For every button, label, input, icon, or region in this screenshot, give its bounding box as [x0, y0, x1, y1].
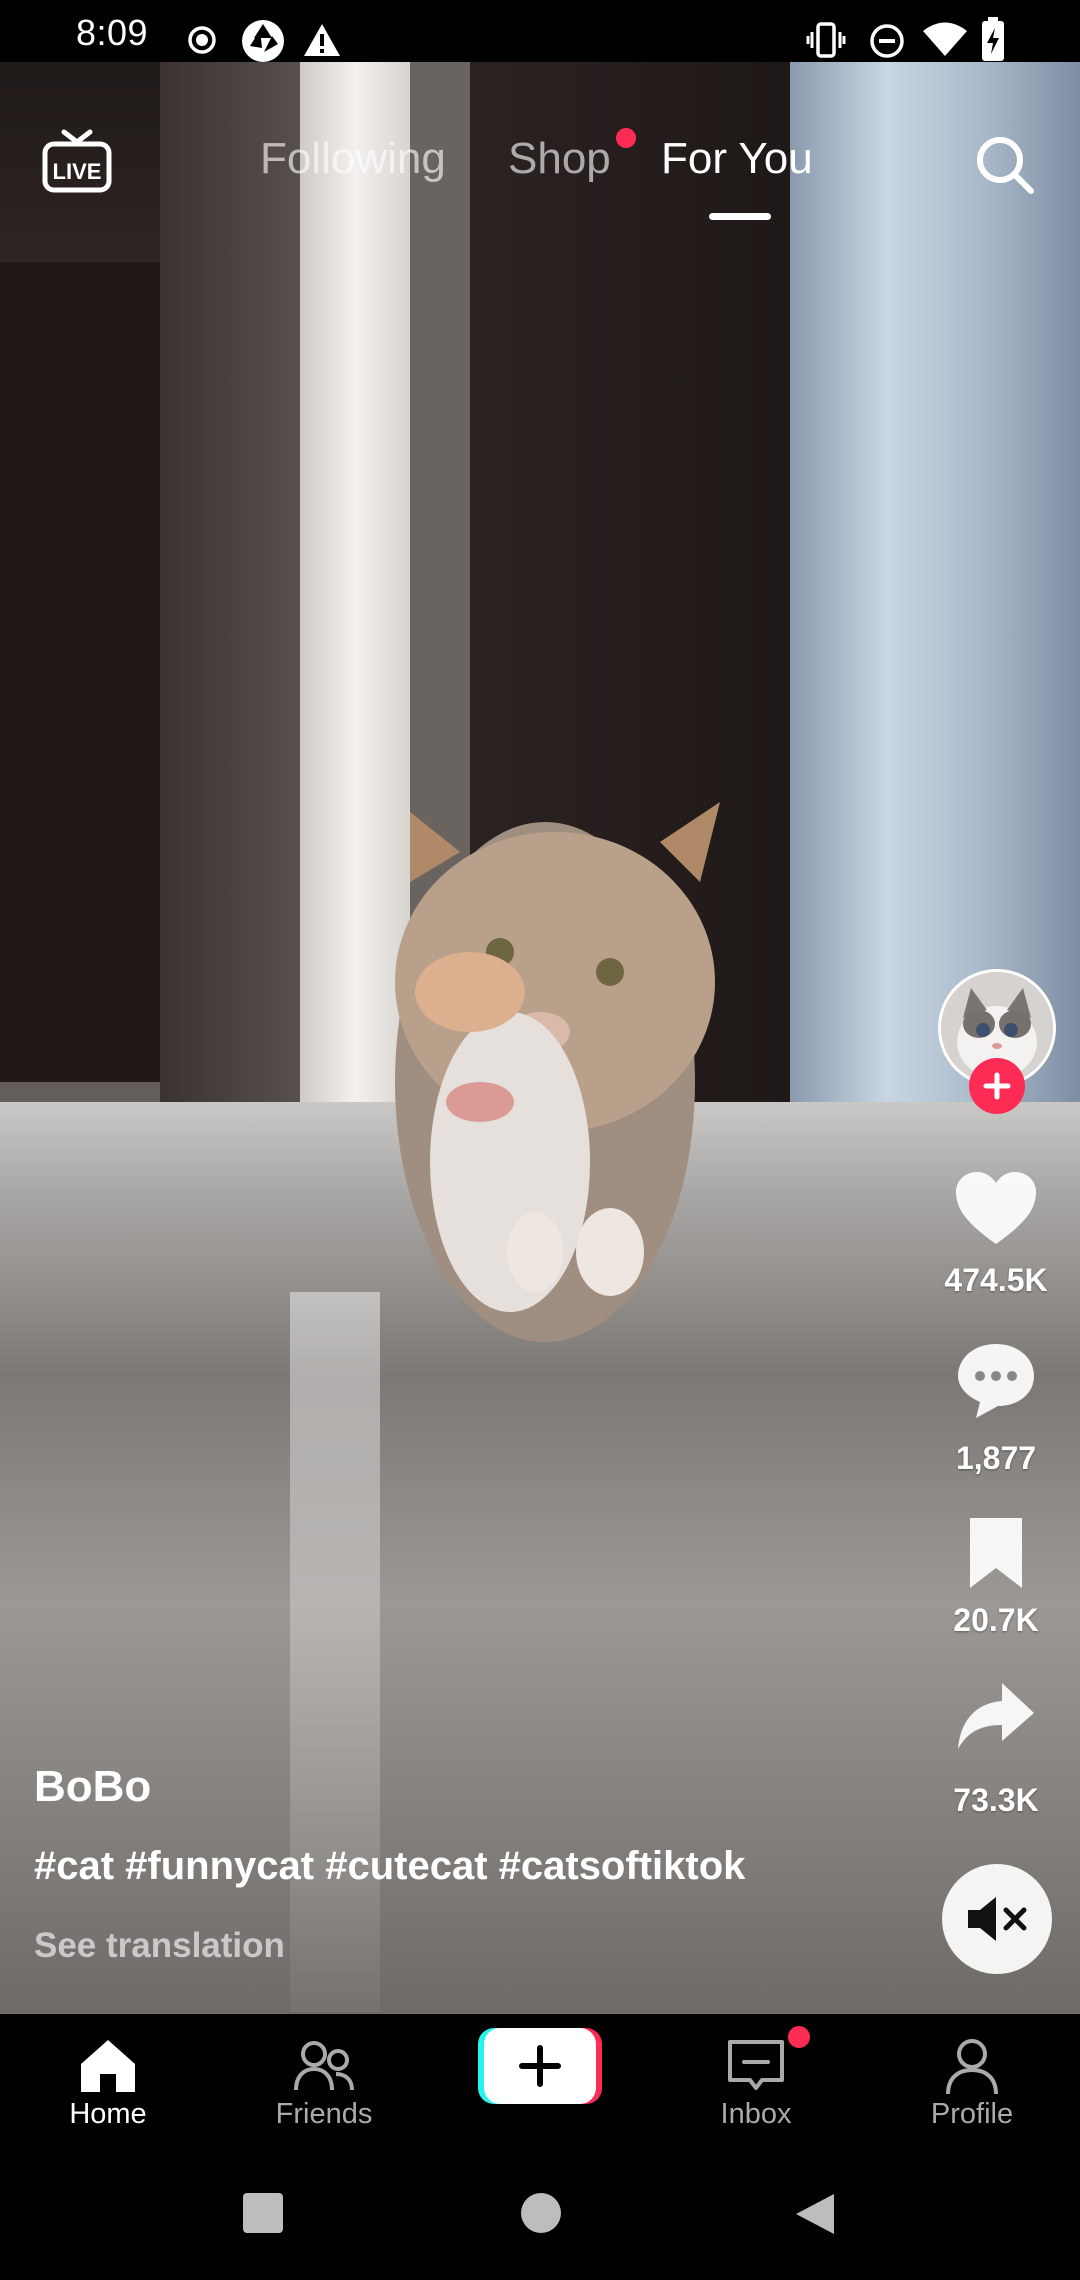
record-icon — [188, 26, 216, 54]
cat-illustration — [395, 802, 720, 1342]
heart-icon — [956, 1172, 1036, 1244]
share-icon — [958, 1683, 1034, 1749]
follow-button[interactable] — [969, 1058, 1025, 1114]
battery-charging-icon — [982, 17, 1004, 61]
tab-for-you[interactable]: For You — [661, 134, 813, 184]
inbox-notification-dot — [788, 2026, 810, 2048]
camera-shutter-icon — [242, 20, 284, 62]
active-tab-indicator — [709, 213, 771, 220]
nav-profile[interactable]: Profile — [864, 2014, 1080, 2160]
recents-icon[interactable] — [242, 2192, 284, 2234]
video-player[interactable] — [0, 62, 1080, 2014]
video-floor-reflection — [290, 1292, 380, 2012]
comment-icon — [958, 1344, 1034, 1418]
like-button[interactable] — [948, 1160, 1044, 1256]
profile-icon — [946, 2039, 998, 2095]
plus-icon — [983, 1072, 1011, 1100]
back-icon[interactable] — [794, 2192, 836, 2236]
nav-inbox-label: Inbox — [720, 2098, 792, 2130]
video-door — [0, 262, 160, 1082]
home-system-icon[interactable] — [520, 2192, 562, 2234]
nav-inbox[interactable]: Inbox — [648, 2014, 864, 2160]
comment-button[interactable] — [948, 1332, 1044, 1428]
inbox-icon — [728, 2040, 784, 2090]
nav-home-label: Home — [69, 2098, 147, 2130]
shop-notification-dot — [616, 128, 636, 148]
friends-icon — [294, 2041, 354, 2091]
creator-username[interactable]: BoBo — [34, 1762, 151, 1812]
create-plus-icon[interactable] — [478, 2026, 602, 2106]
tab-shop[interactable]: Shop — [508, 134, 611, 184]
nav-profile-label: Profile — [930, 2098, 1014, 2130]
video-wall — [160, 62, 300, 1102]
vibrate-icon — [806, 22, 846, 58]
share-count: 73.3K — [953, 1782, 1039, 1818]
wifi-icon — [923, 22, 967, 56]
nav-home[interactable]: Home — [0, 2014, 216, 2160]
top-tabs: Following Shop For You — [0, 134, 1080, 194]
bookmark-button[interactable] — [948, 1504, 1044, 1600]
home-icon — [81, 2040, 135, 2092]
comment-count: 1,877 — [955, 1440, 1037, 1476]
bottom-nav: Home Friends Inbox Profile — [0, 2014, 1080, 2160]
do-not-disturb-icon — [870, 24, 904, 58]
status-time: 8:09 — [76, 12, 149, 53]
video-caption[interactable]: #cat #funnycat #cutecat #catsoftiktok — [34, 1844, 745, 1889]
nav-friends[interactable]: Friends — [216, 2014, 432, 2160]
nav-friends-label: Friends — [275, 2098, 373, 2130]
see-translation-link[interactable]: See translation — [34, 1926, 285, 1966]
speaker-muted-icon — [968, 1897, 1027, 1941]
share-button[interactable] — [948, 1668, 1044, 1764]
warning-icon — [304, 24, 340, 56]
search-icon[interactable] — [972, 132, 1036, 196]
status-bar: 8:09 — [0, 0, 1080, 62]
system-nav-bar — [0, 2160, 1080, 2280]
like-count: 474.5K — [944, 1262, 1048, 1298]
tab-following[interactable]: Following — [260, 134, 446, 184]
bookmark-count: 20.7K — [953, 1602, 1039, 1638]
bookmark-icon — [970, 1518, 1022, 1588]
mute-button[interactable] — [942, 1864, 1052, 1974]
